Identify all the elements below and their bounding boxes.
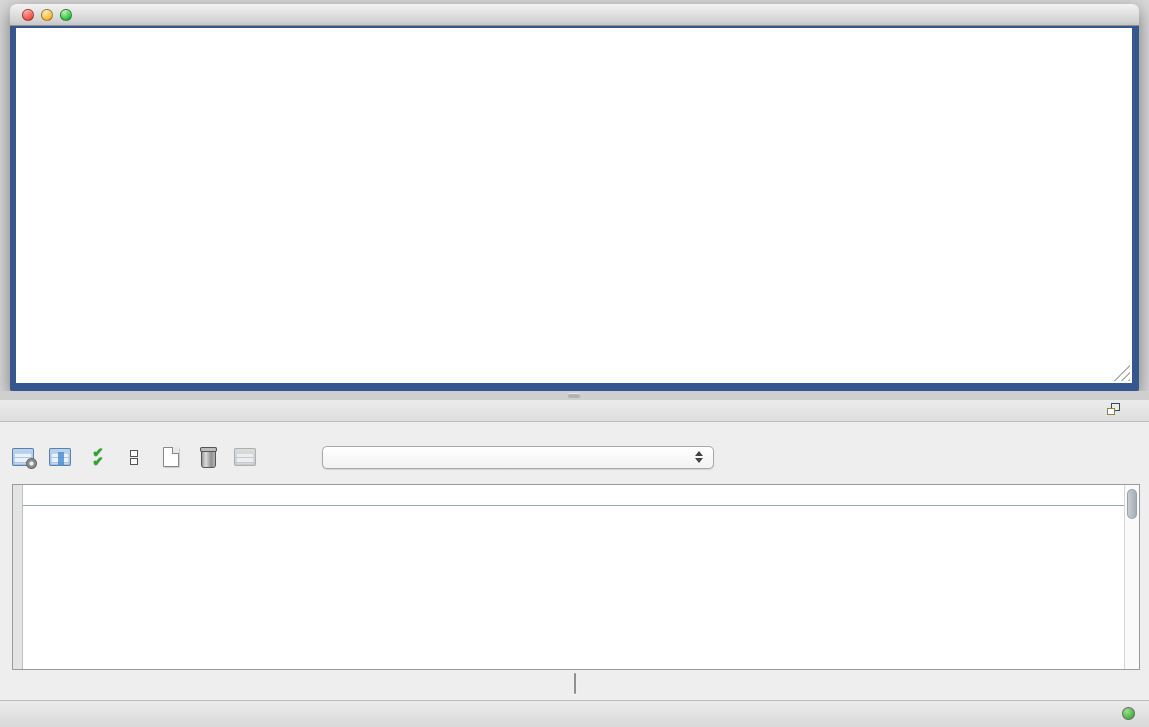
status-bar (0, 700, 1149, 727)
window-titlebar[interactable] (10, 4, 1139, 26)
table-body (23, 506, 1124, 669)
node-table (12, 484, 1140, 670)
table-toolbar: ✔✔ (10, 440, 714, 474)
network-table-selector[interactable] (322, 446, 714, 469)
select-column-icon[interactable] (47, 444, 73, 470)
combo-stepper-icon (695, 451, 703, 463)
zoom-window-button[interactable] (60, 9, 72, 21)
close-window-button[interactable] (22, 9, 34, 21)
scrollbar-thumb[interactable] (1127, 489, 1137, 519)
vertical-scrollbar[interactable] (1124, 485, 1139, 669)
horizontal-splitter[interactable] (0, 391, 1149, 400)
table-row-gutter (13, 485, 23, 669)
float-panel-icon[interactable] (1107, 403, 1121, 416)
network-window (10, 4, 1139, 391)
import-table-icon[interactable] (232, 444, 258, 470)
network-canvas[interactable] (16, 28, 1132, 383)
splitter-handle-icon[interactable] (568, 393, 580, 398)
rows-stack-icon[interactable] (121, 444, 147, 470)
table-type-tabbar (0, 672, 1149, 700)
delete-table-icon[interactable] (195, 444, 221, 470)
memory-status-icon (1122, 707, 1135, 720)
citation-graph[interactable] (16, 28, 1132, 383)
new-table-icon[interactable] (158, 444, 184, 470)
minimize-window-button[interactable] (41, 9, 53, 21)
function-builder-icon[interactable] (269, 444, 295, 470)
table-panel-header (0, 400, 1149, 422)
table-settings-icon[interactable] (10, 444, 36, 470)
table-panel-body: ✔✔ (0, 422, 1149, 700)
table-header-row (23, 485, 1124, 506)
select-rows-check-icon[interactable]: ✔✔ (84, 444, 110, 470)
